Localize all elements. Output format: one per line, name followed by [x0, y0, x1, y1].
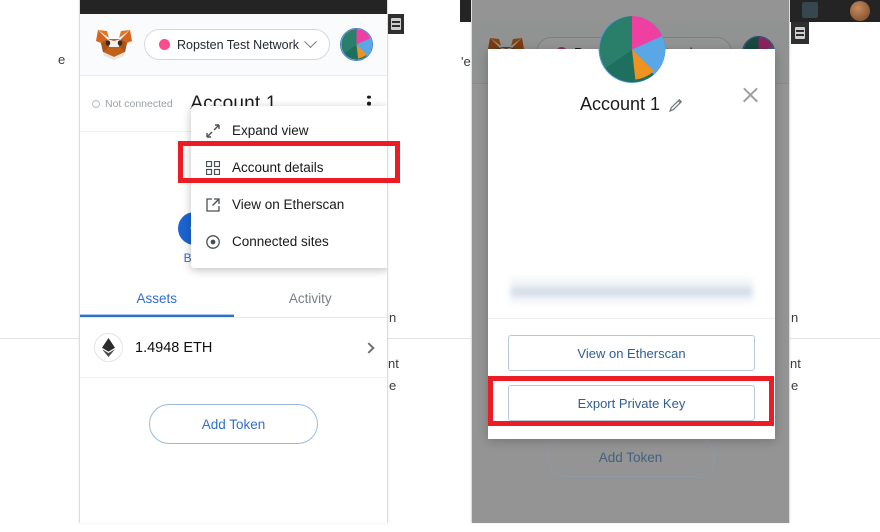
- screenshot-root: e 'e x n nt e n nt e: [0, 0, 880, 532]
- account-details-icon: [205, 160, 220, 175]
- asset-amount: 1.4948 ETH: [135, 339, 213, 356]
- menu-item-label: Connected sites: [232, 234, 329, 249]
- browser-chrome-bar: [80, 0, 387, 14]
- add-token-button-background: Add Token: [546, 437, 715, 477]
- external-link-icon: [205, 197, 220, 212]
- bg-fragment: nt: [790, 356, 801, 371]
- account-details-modal: Account 1 View on Etherscan Export Priva…: [488, 16, 775, 439]
- extensions-panel-icon[interactable]: [791, 22, 809, 44]
- tab-activity[interactable]: Activity: [234, 279, 388, 317]
- menu-item-label: Expand view: [232, 123, 309, 138]
- ethereum-icon: [94, 333, 123, 362]
- menu-item-expand-view[interactable]: Expand view: [191, 112, 387, 149]
- modal-buttons: View on Etherscan Export Private Key: [488, 319, 775, 439]
- wallet-header: Ropsten Test Network: [80, 14, 387, 76]
- bg-divider: [388, 338, 472, 339]
- metamask-popup-right: Ropsten Test Network Add Token: [471, 0, 790, 523]
- account-options-menu: Expand view Account details View on Ethe…: [191, 106, 387, 268]
- network-status-dot: [158, 39, 170, 50]
- bg-fragment: nt: [388, 356, 399, 371]
- bg-divider: [790, 338, 880, 339]
- connection-status-label: Not connected: [105, 97, 173, 110]
- bg-fragment: e: [389, 378, 397, 393]
- extension-icon[interactable]: [802, 2, 818, 18]
- chevron-down-icon: [304, 35, 317, 49]
- menu-item-label: Account details: [232, 160, 324, 175]
- chevron-right-icon: [363, 341, 375, 354]
- connection-status: Not connected: [92, 98, 173, 110]
- add-token-button[interactable]: Add Token: [149, 404, 318, 444]
- network-selector[interactable]: Ropsten Test Network: [144, 29, 330, 60]
- metamask-fox-icon: [96, 29, 132, 60]
- bg-fragment: e: [791, 378, 799, 393]
- add-token-area: Add Token: [80, 378, 387, 444]
- menu-item-label: View on Etherscan: [232, 197, 345, 212]
- view-on-etherscan-button[interactable]: View on Etherscan: [508, 335, 755, 371]
- pencil-edit-icon[interactable]: [669, 98, 683, 112]
- bg-fragment: e: [58, 52, 66, 67]
- menu-item-account-details[interactable]: Account details: [191, 149, 387, 186]
- bg-fragment: n: [791, 310, 799, 325]
- expand-view-icon: [205, 123, 220, 138]
- not-connected-icon: [92, 99, 100, 108]
- bg-divider: [0, 338, 79, 339]
- extensions-panel-icon[interactable]: [388, 14, 404, 34]
- menu-item-view-on-etherscan[interactable]: View on Etherscan: [191, 186, 387, 223]
- profile-avatar-icon[interactable]: [850, 1, 870, 21]
- tab-assets[interactable]: Assets: [80, 279, 234, 317]
- menu-item-connected-sites[interactable]: Connected sites: [191, 223, 387, 260]
- modal-account-name: Account 1: [579, 94, 661, 114]
- export-private-key-button[interactable]: Export Private Key: [508, 385, 755, 421]
- bg-fragment: n: [389, 310, 397, 325]
- wallet-tabs: Assets Activity: [80, 279, 387, 318]
- account-identicon: [341, 29, 372, 60]
- modal-account-name-row: Account 1: [488, 94, 775, 115]
- qr-code-area: [488, 115, 775, 277]
- connected-sites-icon: [205, 234, 220, 249]
- account-address-redacted[interactable]: [510, 277, 753, 304]
- account-avatar[interactable]: [340, 28, 373, 61]
- asset-row-eth[interactable]: 1.4948 ETH: [80, 318, 387, 378]
- network-label: Ropsten Test Network: [176, 37, 300, 52]
- account-identicon: [598, 16, 665, 83]
- metamask-popup-left: Ropsten Test Network Not connected Accou…: [79, 0, 388, 523]
- close-icon[interactable]: [741, 85, 760, 104]
- bg-fragment: 'e: [461, 54, 471, 69]
